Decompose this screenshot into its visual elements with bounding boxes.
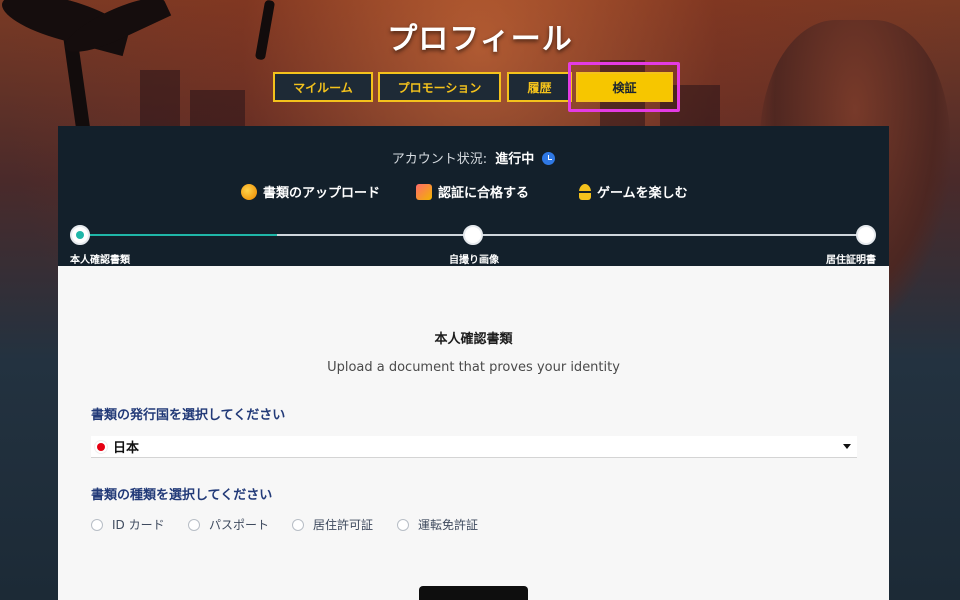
user-icon xyxy=(579,183,591,200)
radio-residence-permit[interactable]: 居住許可証 xyxy=(292,516,373,533)
radio-label: 運転免許証 xyxy=(418,518,479,532)
account-status: アカウント状況: 進行中 xyxy=(58,148,889,167)
progress-fill xyxy=(80,234,277,236)
step-label-selfie: 自撮り画像 xyxy=(449,255,499,266)
country-field-label: 書類の発行国を選択してください xyxy=(91,408,286,423)
radio-label: ID カード xyxy=(112,518,165,532)
doc-type-field-label: 書類の種類を選択してください xyxy=(91,488,273,503)
legend-certify-label: 認証に合格する xyxy=(438,186,530,201)
chevron-down-icon xyxy=(843,444,851,449)
radio-label: 居住許可証 xyxy=(313,518,374,532)
radio-circle[interactable] xyxy=(292,518,304,531)
form-title: 本人確認書類 xyxy=(434,332,513,347)
form-subtitle: Upload a document that proves your ident… xyxy=(327,360,620,375)
step-node-residence[interactable] xyxy=(856,225,876,245)
country-select[interactable]: 日本 xyxy=(91,436,857,458)
clock-icon xyxy=(542,152,556,165)
radio-circle[interactable] xyxy=(91,518,103,531)
radio-drivers-license[interactable]: 運転免許証 xyxy=(397,516,478,533)
country-select-value: 日本 xyxy=(113,441,140,456)
radio-circle[interactable] xyxy=(397,518,409,531)
account-status-label: アカウント状況: xyxy=(391,152,488,167)
radio-passport[interactable]: パスポート xyxy=(188,516,269,533)
tab-promotion[interactable]: プロモーション xyxy=(378,72,501,102)
next-button[interactable] xyxy=(419,586,528,600)
radio-label: パスポート xyxy=(209,518,270,532)
legend-play-label: ゲームを楽しむ xyxy=(597,186,688,201)
verification-status-panel: アカウント状況: 進行中 書類のアップロード 認証に合格する ゲームを楽しむ 本人… xyxy=(58,126,889,266)
legend-play: ゲームを楽しむ xyxy=(579,182,688,201)
step-label-identity: 本人確認書類 xyxy=(70,255,130,266)
steps-legend: 書類のアップロード 認証に合格する ゲームを楽しむ xyxy=(58,182,889,202)
tab-highlight-outline xyxy=(568,62,680,112)
step-label-residence: 居住証明書 xyxy=(826,255,876,266)
tab-my-room[interactable]: マイルーム xyxy=(273,72,373,102)
step-node-identity[interactable] xyxy=(70,225,90,245)
upload-icon xyxy=(241,183,257,200)
step-node-selfie[interactable] xyxy=(463,225,483,245)
tab-history[interactable]: 履歴 xyxy=(507,72,572,102)
legend-upload-label: 書類のアップロード xyxy=(263,186,381,201)
legend-certify: 認証に合格する xyxy=(416,182,529,201)
japan-flag-icon xyxy=(97,442,105,451)
account-status-value: 進行中 xyxy=(495,152,535,167)
legend-upload: 書類のアップロード xyxy=(241,182,380,201)
document-upload-card: 本人確認書類 Upload a document that proves you… xyxy=(58,266,889,600)
radio-id-card[interactable]: ID カード xyxy=(91,516,165,533)
verification-progress: 本人確認書類 自撮り画像 居住証明書 xyxy=(58,225,889,266)
certificate-icon xyxy=(416,183,432,200)
radio-circle[interactable] xyxy=(188,518,200,531)
page-title: プロフィール xyxy=(387,22,573,57)
